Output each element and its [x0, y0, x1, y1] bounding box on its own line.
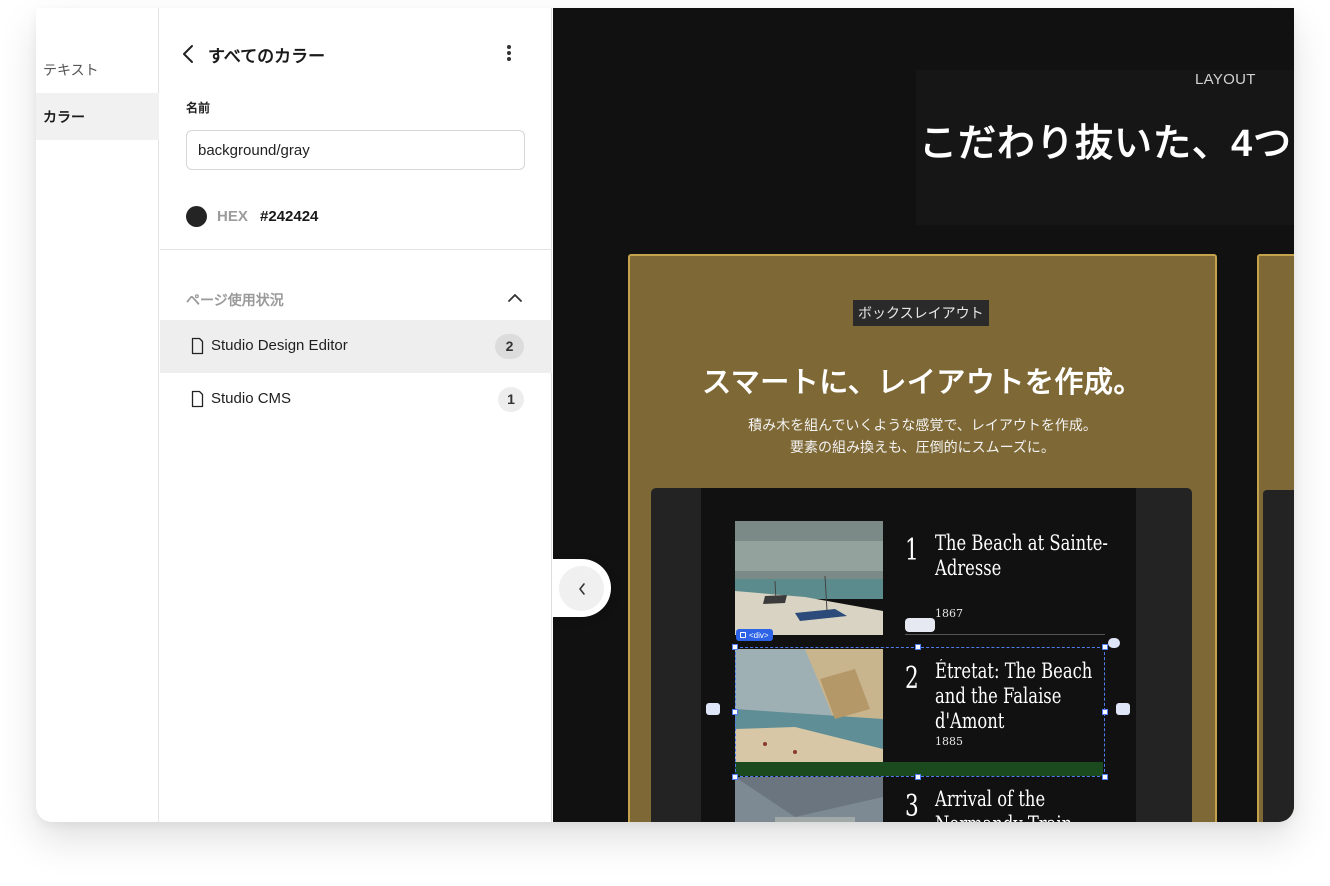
card-description-line: 要素の組み換えも、圧倒的にスムーズに。 — [790, 439, 1055, 455]
resize-handle[interactable] — [915, 644, 921, 650]
card-tag[interactable]: ボックスレイアウト — [853, 300, 989, 326]
panel-collapse-button[interactable] — [553, 559, 611, 617]
list-item[interactable]: 3 Arrival of the Normandy Train, Gare — [735, 777, 1105, 822]
painting-thumbnail[interactable] — [735, 521, 883, 635]
element-type-label: <div> — [749, 630, 769, 640]
resize-handle[interactable] — [732, 644, 738, 650]
divider — [160, 249, 552, 250]
box-icon — [740, 632, 746, 638]
hex-value[interactable]: #242424 — [260, 208, 318, 225]
arrow-right-icon[interactable] — [1116, 703, 1130, 715]
page-usage-row[interactable]: Studio Design Editor 2 — [160, 320, 552, 373]
color-swatch[interactable] — [186, 206, 207, 227]
page-usage-title: ページ使用状況 — [186, 292, 284, 308]
nav-item-color[interactable]: カラー — [36, 93, 159, 140]
color-detail-panel: すべてのカラー 名前 HEX #242424 ページ使用状況 Studio De… — [160, 8, 552, 822]
item-year: 1867 — [935, 607, 963, 620]
item-title: Arrival of the Normandy Train, Gare — [935, 787, 1077, 822]
app-window: テキスト カラー すべてのカラー 名前 HEX #242424 ページ使用状況 … — [36, 8, 1294, 822]
feature-card-next[interactable] — [1257, 254, 1294, 822]
item-title: The Beach at Sainte-Adresse — [935, 531, 1108, 580]
move-handle-icon[interactable] — [706, 703, 720, 715]
list-container — [1263, 490, 1294, 822]
drag-toggle-icon[interactable] — [905, 618, 935, 632]
chevron-up-icon[interactable] — [507, 291, 523, 305]
item-separator — [905, 634, 1105, 635]
resize-handle[interactable] — [1102, 709, 1108, 715]
resize-handle[interactable] — [915, 774, 921, 780]
color-name-input[interactable] — [186, 130, 525, 170]
page-name: Studio CMS — [211, 390, 292, 407]
design-canvas[interactable]: LAYOUT こだわり抜いた、4つ ボックスレイアウト スマートに、レイアウトを… — [553, 8, 1294, 822]
document-icon — [191, 337, 204, 355]
name-label: 名前 — [186, 101, 211, 115]
usage-count-badge: 2 — [495, 334, 524, 359]
usage-count-badge: 1 — [498, 387, 524, 412]
element-type-tag[interactable]: <div> — [736, 629, 773, 641]
page-name: Studio Design Editor — [211, 337, 348, 354]
style-category-nav: テキスト カラー — [36, 8, 159, 822]
resize-handle[interactable] — [732, 774, 738, 780]
hero-heading[interactable]: こだわり抜いた、4つ — [919, 112, 1292, 167]
item-number: 1 — [905, 533, 919, 568]
document-icon — [191, 390, 204, 408]
resize-handle[interactable] — [732, 709, 738, 715]
more-options-icon[interactable] — [506, 44, 512, 64]
card-heading[interactable]: スマートに、レイアウトを作成。 — [630, 359, 1215, 401]
card-description-line: 積み木を組んでいくような感覚で、レイアウトを作成。 — [748, 417, 1097, 433]
back-icon[interactable] — [182, 43, 196, 65]
chevron-icon[interactable] — [1108, 638, 1120, 648]
page-usage-row[interactable]: Studio CMS 1 — [160, 373, 552, 426]
item-number: 3 — [905, 789, 919, 822]
hero-label[interactable]: LAYOUT — [1195, 71, 1256, 88]
chevron-left-icon[interactable] — [559, 566, 604, 611]
feature-card[interactable]: ボックスレイアウト スマートに、レイアウトを作成。 積み木を組んでいくような感覚… — [628, 254, 1217, 822]
card-description[interactable]: 積み木を組んでいくような感覚で、レイアウトを作成。 要素の組み換えも、圧倒的にス… — [630, 414, 1215, 458]
resize-handle[interactable] — [1102, 774, 1108, 780]
selection-outline[interactable] — [735, 647, 1105, 777]
nav-item-text[interactable]: テキスト — [36, 46, 159, 93]
color-format-label[interactable]: HEX — [217, 208, 248, 225]
panel-title: すべてのカラー — [208, 47, 326, 66]
resize-handle[interactable] — [1102, 644, 1108, 650]
painting-thumbnail[interactable] — [735, 777, 883, 822]
